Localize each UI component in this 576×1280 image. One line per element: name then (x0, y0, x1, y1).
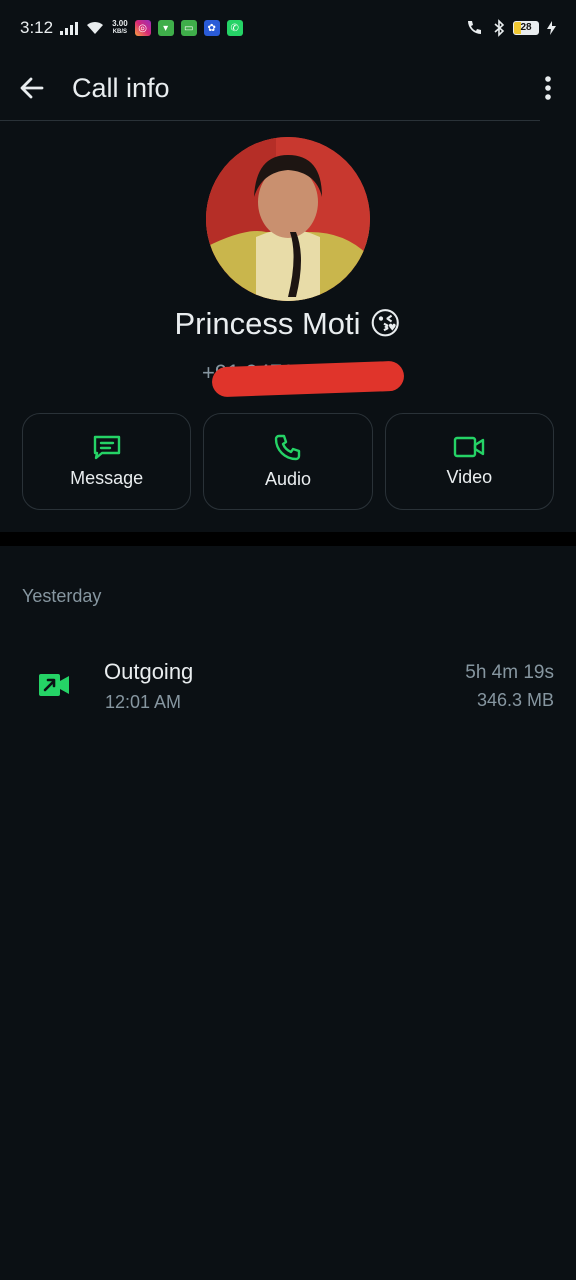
battery-icon: 28 (513, 21, 539, 35)
video-camera-icon (454, 436, 485, 458)
contact-avatar[interactable] (206, 137, 370, 301)
section-divider (0, 532, 576, 546)
call-duration: 5h 4m 19s (465, 662, 554, 683)
charging-icon (547, 21, 556, 35)
video-label: Video (446, 467, 493, 487)
status-bar: 3:12 3.00 KB/S ◎ ▾ ▭ ✿ ✆ 28 (0, 0, 576, 56)
call-date-header: Yesterday (22, 586, 102, 606)
gallery-app-icon: ▾ (157, 20, 174, 36)
back-arrow-icon[interactable] (18, 74, 46, 102)
page-title: Call info (72, 72, 170, 103)
instagram-icon: ◎ (134, 20, 151, 36)
more-options-icon[interactable] (538, 74, 558, 102)
app-bar: Call info (0, 56, 576, 120)
app-bar-divider (0, 120, 540, 121)
call-direction: Outgoing (104, 659, 194, 684)
audio-label: Audio (264, 469, 312, 489)
message-button[interactable]: Message (22, 413, 192, 510)
messages-icon: ▭ (180, 20, 197, 36)
video-call-button[interactable]: Video (384, 413, 554, 510)
message-label: Message (70, 468, 144, 488)
bluetooth-icon (494, 19, 505, 37)
redaction-mark (211, 360, 405, 398)
outgoing-video-call-icon (39, 674, 69, 696)
photos-app-icon: ✿ (203, 20, 220, 36)
audio-call-button[interactable]: Audio (203, 413, 373, 510)
whatsapp-icon: ✆ (226, 20, 243, 36)
message-icon (93, 435, 120, 460)
call-data-size: 346.3 MB (476, 690, 554, 710)
wifi-calling-icon (468, 21, 481, 34)
call-time: 12:01 AM (105, 692, 182, 712)
status-time: 3:12 (20, 18, 54, 37)
action-buttons: Message Audio Video (22, 413, 554, 510)
call-log-row[interactable]: Outgoing 12:01 AM 5h 4m 19s 346.3 MB (0, 652, 576, 722)
contact-name: Princess Moti 😘 (174, 306, 402, 341)
network-speed: 3.00 KB/S (112, 19, 128, 36)
wifi-icon (87, 21, 104, 34)
signal-icon (60, 21, 79, 35)
phone-icon (274, 434, 301, 461)
